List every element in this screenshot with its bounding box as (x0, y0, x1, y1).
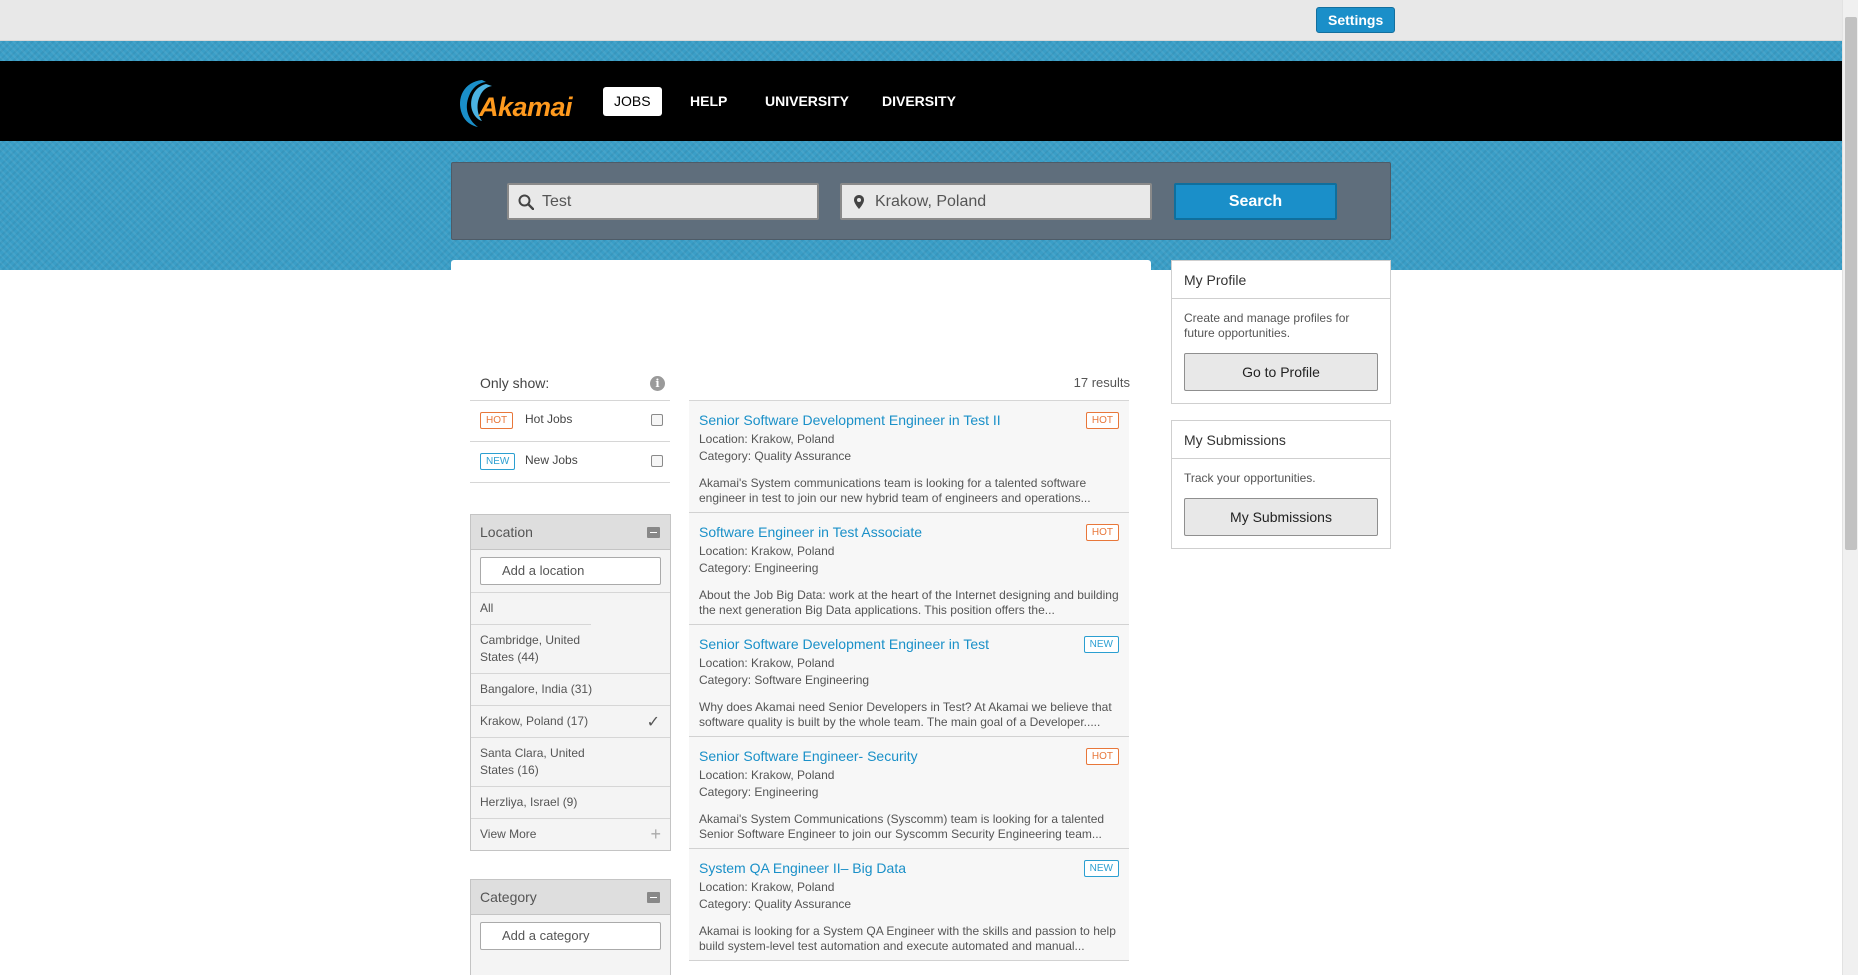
category-facet: Category Add a category (470, 879, 671, 975)
job-description: Why does Akamai need Senior Developers i… (699, 700, 1112, 729)
keyword-search-input[interactable]: Test (507, 183, 819, 220)
location-item-herzliya[interactable]: Herzliya, Israel (9) (471, 786, 670, 818)
go-to-profile-button[interactable]: Go to Profile (1184, 353, 1378, 391)
nav-item-diversity[interactable]: DIVERSITY (871, 87, 967, 116)
location-item-label: Santa Clara, United States (16) (480, 746, 585, 777)
job-result[interactable]: Senior Software Development Engineer in … (689, 401, 1129, 513)
job-description: Akamai's System Communications (Syscomm)… (699, 812, 1105, 841)
settings-button[interactable]: Settings (1316, 7, 1396, 33)
scrollbar-thumb[interactable] (1845, 17, 1857, 550)
job-description: Akamai is looking for a System QA Engine… (699, 924, 1116, 953)
nav-item-help[interactable]: HELP (679, 87, 738, 116)
collapse-icon[interactable] (647, 892, 660, 903)
job-location: Location: Krakow, Poland (699, 768, 835, 782)
info-icon[interactable]: i (650, 376, 665, 391)
new-jobs-label: New Jobs (525, 453, 578, 467)
my-submissions-text: Track your opportunities. (1184, 471, 1316, 485)
nav-item-jobs[interactable]: JOBS (603, 87, 662, 116)
job-title-link[interactable]: System QA Engineer II– Big Data (699, 860, 906, 876)
my-submissions-card: My Submissions Track your opportunities.… (1171, 420, 1391, 549)
location-search-input[interactable]: Krakow, Poland (840, 183, 1152, 220)
job-location: Location: Krakow, Poland (699, 880, 835, 894)
divider (470, 482, 670, 483)
job-result[interactable]: Software Engineer in Test Associate HOT … (689, 513, 1129, 625)
add-category-input[interactable]: Add a category (480, 922, 661, 950)
job-result[interactable]: Senior Software Development Engineer in … (689, 625, 1129, 737)
akamai-logo[interactable]: Akamai (452, 74, 580, 130)
hot-jobs-filter[interactable]: HOT Hot Jobs (470, 400, 670, 440)
checkmark-icon: ✓ (646, 714, 660, 731)
location-item-cambridge[interactable]: Cambridge, United States (44) (471, 624, 591, 673)
search-icon (518, 194, 534, 210)
location-item-label: Krakow, Poland (17) (480, 714, 589, 728)
location-item-label: Cambridge, United States (44) (480, 633, 581, 664)
search-panel: Test Krakow, Poland Search (451, 162, 1391, 240)
page-scrollbar[interactable] (1842, 0, 1858, 975)
job-location: Location: Krakow, Poland (699, 544, 835, 558)
job-category: Category: Quality Assurance (699, 897, 852, 911)
my-profile-card: My Profile Create and manage profiles fo… (1171, 260, 1391, 404)
job-description: About the Job Big Data: work at the hear… (699, 588, 1119, 617)
view-more-locations[interactable]: View More + (471, 818, 670, 850)
hot-jobs-checkbox[interactable] (651, 414, 663, 426)
job-result[interactable]: Senior Software Engineer- Security HOT L… (689, 737, 1129, 849)
job-result[interactable]: System QA Engineer II– Big Data NEW Loca… (689, 849, 1129, 961)
new-badge: NEW (1083, 636, 1119, 653)
hot-badge: HOT (1085, 748, 1119, 765)
job-category: Category: Engineering (699, 561, 819, 575)
job-title-link[interactable]: Senior Software Development Engineer in … (699, 636, 989, 652)
new-badge: NEW (480, 453, 516, 470)
job-title-link[interactable]: Software Engineer in Test Associate (699, 524, 922, 540)
new-jobs-filter[interactable]: NEW New Jobs (470, 441, 670, 481)
collapse-icon[interactable] (647, 527, 660, 538)
plus-icon: + (650, 824, 661, 844)
location-facet-title: Location (480, 524, 533, 540)
job-category: Category: Software Engineering (699, 673, 870, 687)
location-value: Krakow, Poland (875, 193, 987, 210)
location-item-all[interactable]: All (471, 592, 670, 624)
job-location: Location: Krakow, Poland (699, 432, 835, 446)
my-profile-title: My Profile (1172, 261, 1390, 299)
logo-text: Akamai (479, 92, 573, 122)
location-item-krakow[interactable]: Krakow, Poland (17) ✓ (471, 705, 670, 737)
add-location-input[interactable]: Add a location (480, 557, 661, 585)
location-item-bangalore[interactable]: Bangalore, India (31) (471, 673, 670, 705)
location-facet: Location Add a location All Cambridge, U… (470, 514, 671, 851)
only-show-title: Only show: (480, 375, 550, 391)
search-button[interactable]: Search (1174, 183, 1337, 220)
job-title-link[interactable]: Senior Software Development Engineer in … (699, 412, 1001, 428)
job-location: Location: Krakow, Poland (699, 656, 835, 670)
view-more-label: View More (480, 827, 537, 841)
hot-badge: HOT (1085, 412, 1119, 429)
nav-item-university[interactable]: UNIVERSITY (754, 87, 860, 116)
hot-badge: HOT (480, 412, 514, 429)
results-count: 17 results (1073, 375, 1130, 390)
new-jobs-checkbox[interactable] (651, 455, 663, 467)
category-facet-title: Category (480, 889, 537, 905)
job-description: Akamai's System communications team is l… (699, 476, 1091, 505)
my-submissions-button[interactable]: My Submissions (1184, 498, 1378, 536)
my-submissions-title: My Submissions (1172, 421, 1390, 459)
new-badge: NEW (1083, 860, 1119, 877)
keyword-value: Test (542, 193, 572, 210)
location-item-santa-clara[interactable]: Santa Clara, United States (16) (471, 737, 670, 786)
map-pin-icon (854, 195, 864, 209)
hot-jobs-label: Hot Jobs (525, 412, 573, 426)
job-category: Category: Quality Assurance (699, 449, 852, 463)
main-nav: Akamai JOBS HELP UNIVERSITY DIVERSITY (0, 61, 1842, 141)
hot-badge: HOT (1085, 524, 1119, 541)
job-category: Category: Engineering (699, 785, 819, 799)
utility-bar: Settings (0, 0, 1842, 41)
job-title-link[interactable]: Senior Software Engineer- Security (699, 748, 918, 764)
category-facet-header[interactable]: Category (471, 880, 670, 915)
location-facet-header[interactable]: Location (471, 515, 670, 550)
my-profile-text: Create and manage profiles for future op… (1184, 311, 1350, 340)
